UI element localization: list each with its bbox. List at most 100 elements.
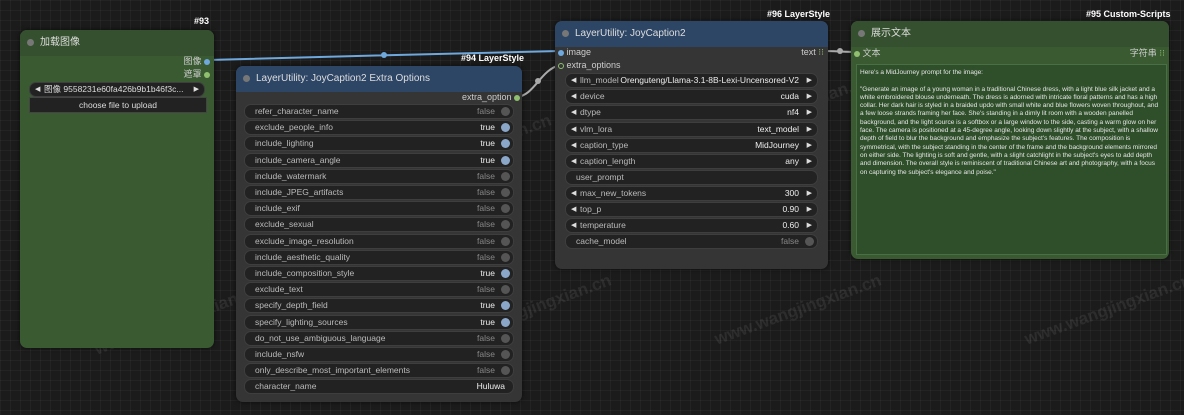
arrow-left-icon[interactable]: ◀ <box>571 90 576 103</box>
toggle-icon[interactable] <box>501 333 510 343</box>
combo-dtype[interactable]: ◀ dtype nf4 ▶ <box>565 105 818 121</box>
option-toggle[interactable]: do_not_use_ambiguous_language false <box>244 330 514 346</box>
toggle-icon[interactable] <box>501 269 510 278</box>
show-text-node[interactable]: 展示文本 文本 字符串 ⁝⁝ Here's a MidJourney promp… <box>851 21 1169 259</box>
toggle-icon[interactable] <box>501 285 510 295</box>
arrow-left-icon[interactable]: ◀ <box>571 155 576 168</box>
option-toggle[interactable]: include_composition_style true <box>244 266 514 281</box>
arrow-right-icon[interactable]: ▶ <box>807 90 812 103</box>
option-toggle[interactable]: include_lighting true <box>244 136 514 152</box>
toggle-icon[interactable] <box>501 171 510 181</box>
toggle-icon[interactable] <box>501 155 510 165</box>
arrow-right-icon[interactable]: ▶ <box>807 187 812 200</box>
option-toggle[interactable]: exclude_text false <box>244 282 514 298</box>
option-toggle[interactable]: include_nsfw false <box>244 347 514 362</box>
combo-llm-model[interactable]: ◀ llm_model Orenguteng/Llama-3.1-8B-Lexi-U… <box>565 73 818 88</box>
toggle-icon[interactable] <box>805 237 814 246</box>
combo-caption-length[interactable]: ◀ caption_length any ▶ <box>565 154 818 169</box>
option-toggle[interactable]: exclude_sexual false <box>244 217 514 233</box>
option-value: false <box>477 170 495 181</box>
arrow-right-icon[interactable]: ▶ <box>194 83 199 96</box>
option-toggle[interactable]: exclude_people_info true <box>244 120 514 136</box>
option-toggle[interactable]: include_aesthetic_quality false <box>244 249 514 265</box>
socket-icon[interactable] <box>204 71 210 78</box>
toggle-icon[interactable] <box>501 188 510 197</box>
collapse-dot-icon[interactable] <box>243 75 250 82</box>
node-title[interactable]: LayerUtility: JoyCaption2 <box>555 21 828 47</box>
toggle-icon[interactable] <box>501 350 510 359</box>
joycaption-extra-options-node[interactable]: LayerUtility: JoyCaption2 Extra Options … <box>236 66 522 402</box>
cache-model-value: false <box>781 236 799 246</box>
socket-icon[interactable] <box>558 49 564 56</box>
output-mask[interactable]: 遮罩 <box>183 68 210 80</box>
collapse-dot-icon[interactable] <box>858 30 865 37</box>
socket-icon[interactable] <box>558 62 564 69</box>
cache-model-toggle[interactable]: cache_model false <box>565 234 818 249</box>
arrow-left-icon[interactable]: ◀ <box>571 187 576 200</box>
number-temperature[interactable]: ◀ temperature 0.60 ▶ <box>565 218 818 234</box>
option-toggle[interactable]: include_watermark false <box>244 168 514 184</box>
toggle-icon[interactable] <box>501 252 510 262</box>
collapse-dot-icon[interactable] <box>27 39 34 46</box>
toggle-icon[interactable] <box>501 220 510 230</box>
input-extra-options[interactable]: extra_options <box>558 59 621 71</box>
toggle-icon[interactable] <box>501 366 510 376</box>
arrow-right-icon[interactable]: ▶ <box>807 123 812 136</box>
arrow-left-icon[interactable]: ◀ <box>35 83 40 96</box>
node-title[interactable]: 展示文本 <box>851 21 1169 47</box>
combo-caption-type[interactable]: ◀ caption_type MidJourney ▶ <box>565 137 818 153</box>
arrow-right-icon[interactable]: ▶ <box>807 155 812 168</box>
grid-socket-icon[interactable]: ⁝⁝ <box>1159 48 1165 58</box>
toggle-icon[interactable] <box>501 236 510 246</box>
output-image[interactable]: 图像 <box>183 55 210 67</box>
collapse-dot-icon[interactable] <box>562 30 569 37</box>
user-prompt-field[interactable]: user_prompt <box>565 170 818 185</box>
arrow-right-icon[interactable]: ▶ <box>807 219 812 232</box>
image-combo[interactable]: ◀ 图像 9558231e60fa426b9b1b46f3c... ▶ <box>29 82 205 97</box>
toggle-icon[interactable] <box>501 123 510 133</box>
option-toggle[interactable]: include_camera_angle true <box>244 152 514 168</box>
input-text[interactable]: 文本 <box>854 47 881 59</box>
toggle-icon[interactable] <box>501 107 510 116</box>
toggle-icon[interactable] <box>501 317 510 327</box>
joycaption2-node[interactable]: LayerUtility: JoyCaption2 image extra_op… <box>555 21 828 269</box>
option-toggle[interactable]: specify_depth_field true <box>244 298 514 314</box>
grid-socket-icon[interactable]: ⁝⁝ <box>818 47 824 57</box>
arrow-left-icon[interactable]: ◀ <box>571 74 576 87</box>
toggle-icon[interactable] <box>501 139 510 149</box>
option-toggle[interactable]: include_exif false <box>244 201 514 217</box>
combo-device[interactable]: ◀ device cuda ▶ <box>565 89 818 105</box>
toggle-icon[interactable] <box>501 301 510 311</box>
option-toggle[interactable]: include_JPEG_artifacts false <box>244 185 514 200</box>
upload-button[interactable]: choose file to upload <box>29 97 207 113</box>
option-toggle[interactable]: specify_lighting_sources true <box>244 314 514 330</box>
input-image[interactable]: image <box>558 46 591 58</box>
output-text[interactable]: text ⁝⁝ <box>801 46 824 58</box>
toggle-icon[interactable] <box>501 204 510 214</box>
arrow-left-icon[interactable]: ◀ <box>571 139 576 152</box>
socket-icon[interactable] <box>204 58 210 65</box>
caption-text-area[interactable]: Here's a MidJourney prompt for the image… <box>856 64 1167 255</box>
number-max-new-tokens[interactable]: ◀ max_new_tokens 300 ▶ <box>565 186 818 201</box>
arrow-left-icon[interactable]: ◀ <box>571 106 576 119</box>
arrow-right-icon[interactable]: ▶ <box>807 203 812 216</box>
option-toggle[interactable]: exclude_image_resolution false <box>244 233 514 249</box>
arrow-right-icon[interactable]: ▶ <box>807 139 812 152</box>
number-top-p[interactable]: ◀ top_p 0.90 ▶ <box>565 202 818 218</box>
arrow-left-icon[interactable]: ◀ <box>571 203 576 216</box>
load-image-node[interactable]: 加载图像 图像 遮罩 ◀ 图像 9558231e60fa426b9b1b46f3… <box>20 30 214 348</box>
node-title[interactable]: 加载图像 <box>20 30 214 56</box>
arrow-right-icon[interactable]: ▶ <box>807 74 812 87</box>
character-name-field[interactable]: character_name Huluwa <box>244 379 514 394</box>
arrow-left-icon[interactable]: ◀ <box>571 123 576 136</box>
output-string[interactable]: 字符串 ⁝⁝ <box>1130 47 1165 59</box>
arrow-left-icon[interactable]: ◀ <box>571 219 576 232</box>
socket-icon[interactable] <box>514 94 520 101</box>
node-title[interactable]: LayerUtility: JoyCaption2 Extra Options <box>236 66 522 92</box>
combo-vlm-lora[interactable]: ◀ vlm_lora text_model ▶ <box>565 121 818 137</box>
option-toggle[interactable]: refer_character_name false <box>244 104 514 119</box>
arrow-right-icon[interactable]: ▶ <box>807 106 812 119</box>
option-toggle[interactable]: only_describe_most_important_elements fal… <box>244 363 514 379</box>
output-extra-option[interactable]: extra_option <box>462 91 520 103</box>
socket-icon[interactable] <box>854 50 860 57</box>
